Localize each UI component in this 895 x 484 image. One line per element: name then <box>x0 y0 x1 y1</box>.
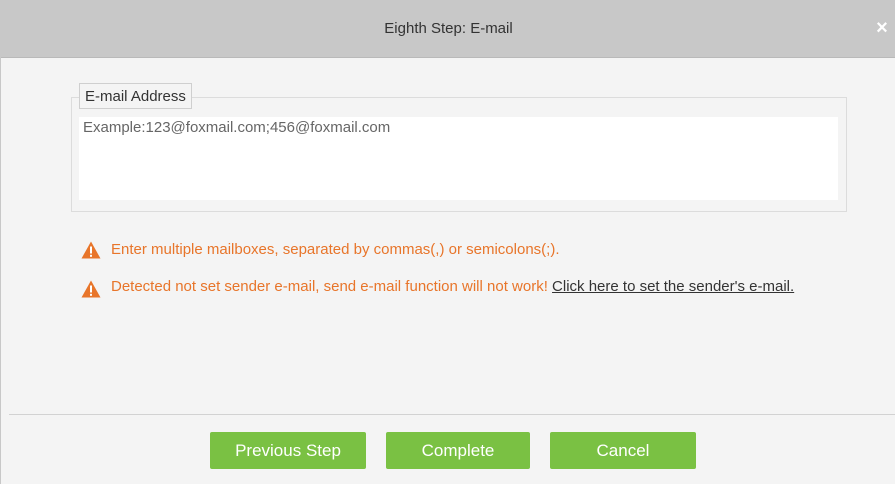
close-icon[interactable]: × <box>874 18 890 38</box>
warning-row-multiple-mailboxes: Enter multiple mailboxes, separated by c… <box>81 240 841 260</box>
dialog-titlebar: Eighth Step: E-mail × <box>1 0 895 58</box>
previous-step-button[interactable]: Previous Step <box>210 432 366 469</box>
warning-triangle-icon <box>81 241 101 259</box>
complete-button[interactable]: Complete <box>386 432 530 469</box>
warning-text-sender-email: Detected not set sender e-mail, send e-m… <box>111 278 553 295</box>
warning-triangle-icon <box>81 280 101 298</box>
footer-divider <box>9 414 895 415</box>
wizard-dialog: Eighth Step: E-mail × E-mail Address Ent… <box>0 0 895 484</box>
warning-row-sender-email: Detected not set sender e-mail, send e-m… <box>81 277 841 319</box>
dialog-title: Eighth Step: E-mail <box>384 20 513 37</box>
email-address-input[interactable] <box>79 117 838 200</box>
set-sender-email-link[interactable]: Click here to set the sender's e-mail. <box>552 278 794 295</box>
cancel-button[interactable]: Cancel <box>550 432 696 469</box>
email-address-legend: E-mail Address <box>79 83 192 109</box>
warning-text-multiple-mailboxes: Enter multiple mailboxes, separated by c… <box>111 241 560 258</box>
